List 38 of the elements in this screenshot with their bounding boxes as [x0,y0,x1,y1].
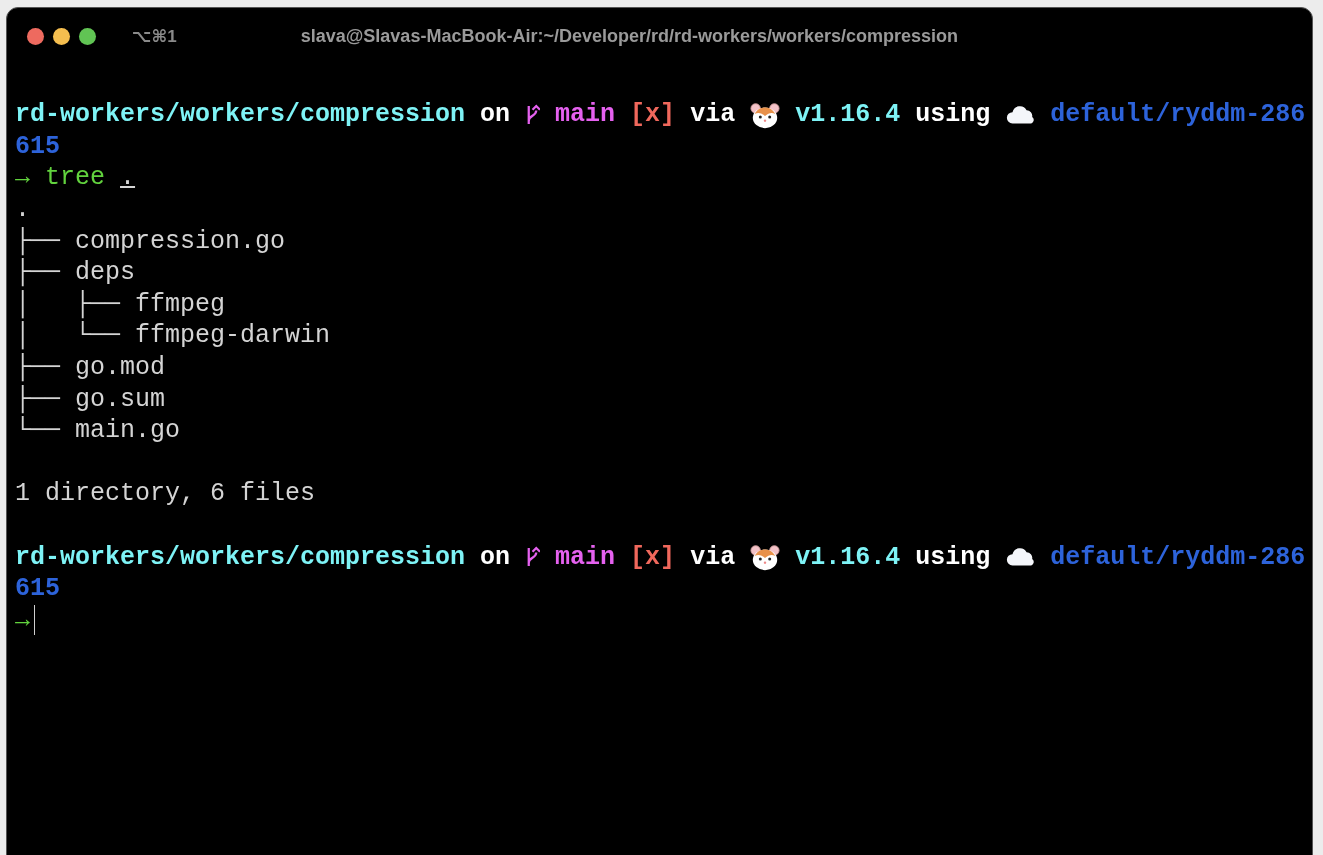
prompt-word: using [915,542,991,572]
close-button[interactable] [27,27,44,45]
prompt-word: using [915,100,991,130]
directory-path: rd-workers/workers/compression [15,542,466,572]
output-line: ├── compression.go [15,226,286,256]
go-version: v1.16.4 [795,542,901,572]
git-branch: main [555,100,616,130]
window-title: slava@Slavas-MacBook-Air:~/Developer/rd/rd-workers/workers/compression [299,25,960,47]
output-line: 1 directory, 6 files [15,479,316,509]
prompt-arrow: → [15,163,30,193]
zoom-button[interactable] [79,27,96,45]
output-line: . [15,195,30,225]
output-line: └── main.go [15,416,181,446]
minimize-button[interactable] [53,27,70,45]
tab-shortcut: ⌥⌘1 [132,25,177,47]
command-name: tree [45,163,106,193]
output-line: ├── go.sum [15,384,166,414]
cloud-context: 615 [15,131,60,161]
output-line: │ └── ffmpeg-darwin [15,321,331,351]
git-status: [x] [630,542,676,572]
git-branch: main [555,542,616,572]
git-status: [x] [630,100,676,130]
directory-path: rd-workers/workers/compression [15,100,466,130]
text-cursor [34,605,35,636]
hamster-icon [750,542,781,573]
prompt-word: on [480,100,511,130]
cloud-context: default/ryddm-286 [1050,100,1306,130]
cloud-context: default/ryddm-286 [1050,542,1306,572]
output-line: ├── go.mod [15,353,166,383]
prompt-word: via [690,542,736,572]
prompt-arrow: → [15,605,30,635]
prompt-word: on [480,542,511,572]
prompt-word: via [690,100,736,130]
output-line: │ ├── ffmpeg [15,289,226,319]
output-line: ├── deps [15,258,136,288]
go-version: v1.16.4 [795,100,901,130]
cloud-context: 615 [15,574,60,604]
command-argument: . [120,163,136,193]
